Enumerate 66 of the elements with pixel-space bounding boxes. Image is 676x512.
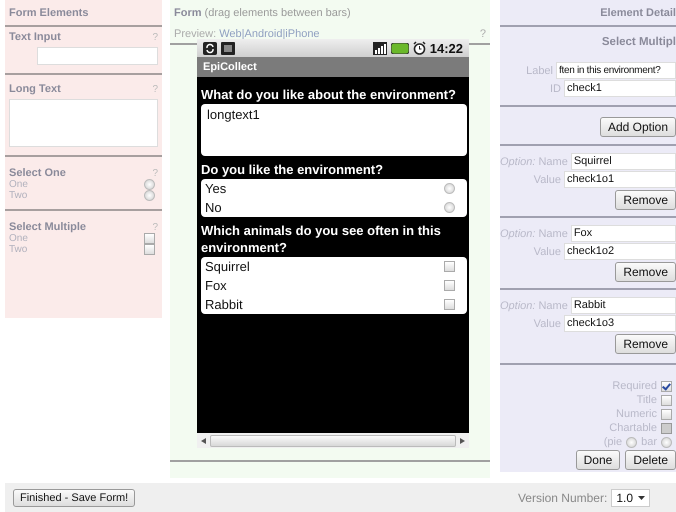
- text-area[interactable]: [9, 99, 158, 147]
- element-title: Select Multiple: [9, 221, 86, 233]
- label-field[interactable]: ften in this environment?: [556, 62, 676, 79]
- checkbox[interactable]: [144, 233, 155, 244]
- add-option-button[interactable]: Add Option: [600, 117, 676, 137]
- panel-title: Element Detail: [500, 0, 676, 27]
- radio-button[interactable]: [144, 179, 155, 190]
- checkbox[interactable]: [444, 280, 455, 291]
- name-field[interactable]: Squirrel: [570, 153, 676, 170]
- value-field[interactable]: check1o2: [564, 243, 676, 260]
- name-field[interactable]: Fox: [570, 225, 676, 242]
- element-type: Select Multipl: [600, 35, 676, 50]
- id-field[interactable]: check1: [564, 80, 676, 97]
- left-arrow-icon[interactable]: [201, 438, 206, 444]
- panel-title: Form Elements: [5, 0, 162, 27]
- element-title: Select One: [9, 167, 66, 179]
- value-field[interactable]: check1o3: [564, 315, 676, 332]
- remove-button[interactable]: Remove: [615, 190, 676, 210]
- option-label: Rabbit: [205, 297, 243, 312]
- name-field[interactable]: Rabbit: [570, 297, 676, 314]
- option-label: One: [9, 233, 28, 244]
- app-title-bar: EpiCollect: [197, 57, 469, 77]
- preview-label: Preview:: [174, 28, 216, 40]
- option-label: Yes: [205, 181, 226, 196]
- clock-time: 14:22: [430, 40, 463, 56]
- action-button[interactable]: Delete: [625, 450, 676, 470]
- sync-icon: [203, 42, 217, 54]
- question-label: Do you like the environment?: [201, 161, 384, 178]
- radio-button[interactable]: [444, 183, 455, 194]
- alarm-clock-icon: [412, 41, 426, 55]
- checkbox[interactable]: [144, 244, 155, 255]
- horizontal-scrollbar[interactable]: [197, 433, 469, 448]
- radio-button[interactable]: [661, 436, 672, 448]
- radio-button[interactable]: [144, 190, 155, 201]
- right-arrow-icon[interactable]: [460, 438, 465, 444]
- checkbox[interactable]: [661, 408, 672, 420]
- text-field[interactable]: [37, 47, 158, 65]
- version-label: Version Number:: [518, 490, 608, 504]
- checkbox[interactable]: [444, 261, 455, 272]
- checkbox[interactable]: [661, 394, 672, 406]
- checkbox[interactable]: [444, 299, 455, 310]
- battery-icon: [390, 42, 409, 54]
- option-label: Fox: [205, 278, 227, 293]
- long-text-field[interactable]: longtext1: [201, 104, 467, 156]
- signal-icon: [372, 42, 387, 54]
- remove-button[interactable]: Remove: [615, 334, 676, 354]
- option-label: Squirrel: [205, 259, 250, 274]
- question-label: Which animals do you see often in this environment?: [201, 222, 442, 256]
- radio-button[interactable]: [444, 202, 455, 213]
- element-title: Text Input: [9, 31, 61, 43]
- checkbox[interactable]: [661, 380, 672, 392]
- option-label: No: [205, 200, 222, 215]
- action-button[interactable]: Done: [576, 450, 620, 470]
- question-label: What do you like about the environment?: [201, 86, 457, 103]
- option-label: Two: [9, 190, 28, 201]
- option-label: Two: [9, 244, 28, 255]
- remove-button[interactable]: Remove: [615, 262, 676, 282]
- image-icon: [221, 42, 235, 54]
- option-label: One: [9, 179, 28, 190]
- element-title: Long Text: [9, 83, 61, 95]
- value-field[interactable]: check1o1: [564, 171, 676, 188]
- caret-icon: [638, 496, 645, 500]
- panel-title: Form (drag elements between bars): [173, 6, 352, 19]
- save-form-button[interactable]: Finished - Save Form!: [13, 488, 136, 506]
- version-select[interactable]: 1.0: [611, 488, 650, 506]
- radio-button[interactable]: [626, 436, 638, 448]
